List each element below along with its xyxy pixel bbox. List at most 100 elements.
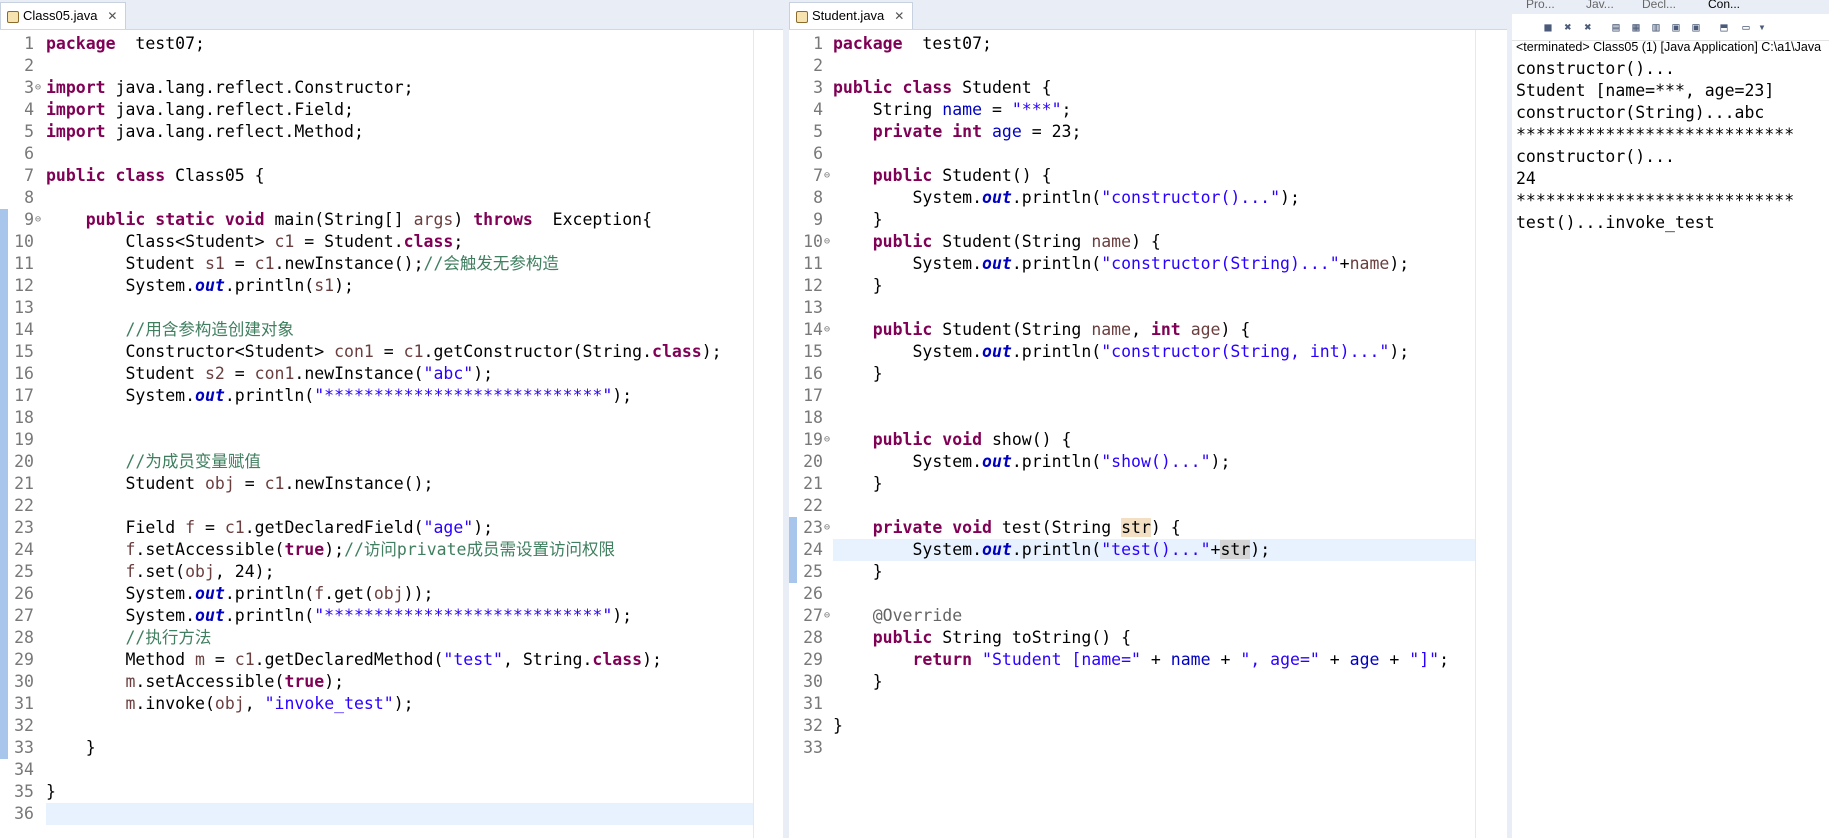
line-number: 28 [803,628,823,647]
tab-class05-java[interactable]: Class05.java ✕ [0,2,127,29]
close-tab-icon[interactable]: ✕ [894,3,904,29]
pin-console-icon[interactable]: ⬒ [1716,19,1732,35]
line-number: 33 [14,738,34,757]
clear-console-icon[interactable]: ▤ [1608,19,1624,35]
code-token: ); [324,540,345,559]
code-line: public Student(String name) { [833,231,1161,253]
code-token: "test()..." [1101,540,1211,559]
line-number: 12 [14,276,34,295]
code-token: throws [473,210,533,229]
code-line: System.out.println("test()..."+str); [833,539,1270,561]
display-console-icon[interactable]: ▭ [1738,19,1754,35]
fold-toggle-icon[interactable]: ⊖ [824,231,830,253]
code-line: Student s1 = c1.newInstance();//会触发无参构造 [46,253,558,275]
code-line: return "Student [name=" + name + ", age=… [833,649,1449,671]
code-token: class [592,650,643,669]
line-number: 31 [14,694,34,713]
code-line: //用含参构造创建对象 [46,319,293,341]
code-line: m.setAccessible(true); [46,671,344,693]
line-number: 17 [803,386,823,405]
code-line: System.out.println("constructor()..."); [833,187,1299,209]
fold-toggle-icon[interactable]: ⊖ [35,209,41,231]
code-token: "invoke_test" [264,694,394,713]
line-number: 20 [14,452,34,471]
terminate-icon[interactable]: ■ [1540,19,1556,35]
code-token: "***" [1011,100,1062,119]
code-token: ); [1389,254,1410,273]
line-number: 17 [14,386,34,405]
code-token: ); [324,672,345,691]
code-line: } [833,363,883,385]
code-token: c1 [254,254,275,273]
code-token: test07; [115,34,205,53]
code-token: } [46,738,96,757]
editor-pane-class05: Class05.java ✕ 1 package test07; 2 3 ⊖ import… [0,0,783,838]
remove-launch-icon[interactable]: ✖ [1560,19,1576,35]
tab-javadoc[interactable]: Jav... [1586,0,1614,11]
scroll-lock-icon[interactable]: ▦ [1628,19,1644,35]
code-token: ) { [1150,518,1181,537]
code-token: package [833,34,903,53]
code-token: = 23; [1021,122,1082,141]
code-token: out [195,276,225,295]
fold-toggle-icon[interactable]: ⊖ [824,517,830,539]
code-token: Constructor<Student> [46,342,335,361]
remove-all-icon[interactable]: ✖ [1580,19,1596,35]
code-line: System.out.println("show()..."); [833,451,1230,473]
tab-problems[interactable]: Pro... [1526,0,1555,11]
code-token: "****************************" [314,606,613,625]
fold-toggle-icon[interactable]: ⊖ [824,429,830,451]
show-console-stdout-icon[interactable]: ▣ [1668,19,1684,35]
code-token: class [403,232,454,251]
code-editor-class05[interactable]: 1 package test07; 2 3 ⊖ import java.lang.refl… [0,30,783,838]
tab-student-java[interactable]: Student.java ✕ [789,2,914,29]
fold-toggle-icon[interactable]: ⊖ [824,605,830,627]
code-token: name [1170,650,1211,669]
line-number: 15 [14,342,34,361]
code-line: m.invoke(obj, "invoke_test"); [46,693,413,715]
code-token: Exception{ [532,210,653,229]
code-line: public void show() { [833,429,1072,451]
line-number: 26 [14,584,34,603]
code-token: //为成员变量赋值 [125,452,261,471]
code-token: public [872,232,933,251]
tab-console[interactable]: Con... [1708,0,1740,11]
code-token: "]" [1409,650,1440,669]
fold-toggle-icon[interactable]: ⊖ [824,165,830,187]
line-number: 10 [14,232,34,251]
tab-declaration[interactable]: Decl... [1642,0,1676,11]
show-console-stderr-icon[interactable]: ▣ [1688,19,1704,35]
code-token: obj [185,562,215,581]
code-token: ); [334,276,354,295]
code-token: c1 [264,474,285,493]
line-number: 30 [803,672,823,691]
word-wrap-icon[interactable]: ▥ [1648,19,1664,35]
code-token: f [314,584,325,603]
fold-toggle-icon[interactable]: ⊖ [35,77,41,99]
code-token: System. [46,386,196,405]
code-token: .newInstance( [294,364,424,383]
code-token: + [1210,650,1241,669]
dropdown-icon[interactable]: ▾ [1754,19,1770,35]
code-line: public static void main(String[] args) t… [46,209,652,231]
code-line: f.set(obj, 24); [46,561,274,583]
code-token: .println( [1011,452,1102,471]
line-number: 21 [14,474,34,493]
code-token: "Student [name=" [982,650,1141,669]
close-tab-icon[interactable]: ✕ [107,3,117,29]
fold-toggle-icon[interactable]: ⊖ [824,319,830,341]
code-line: } [833,473,883,495]
code-token: ); [1389,342,1410,361]
code-line: Class<Student> c1 = Student.class; [46,231,463,253]
tab-title: Student.java [812,8,885,23]
code-line: //执行方法 [46,627,211,649]
line-number: 23 [803,518,823,537]
code-token: = [224,254,255,273]
code-token: test(String [991,518,1122,537]
code-token: = [195,518,225,537]
code-editor-student[interactable]: 1 package test07; 2 3 public class Student {… [789,30,1507,838]
line-number: 2 [813,56,823,75]
vertical-scrollbar[interactable] [1475,30,1498,838]
vertical-scrollbar[interactable] [753,30,776,838]
